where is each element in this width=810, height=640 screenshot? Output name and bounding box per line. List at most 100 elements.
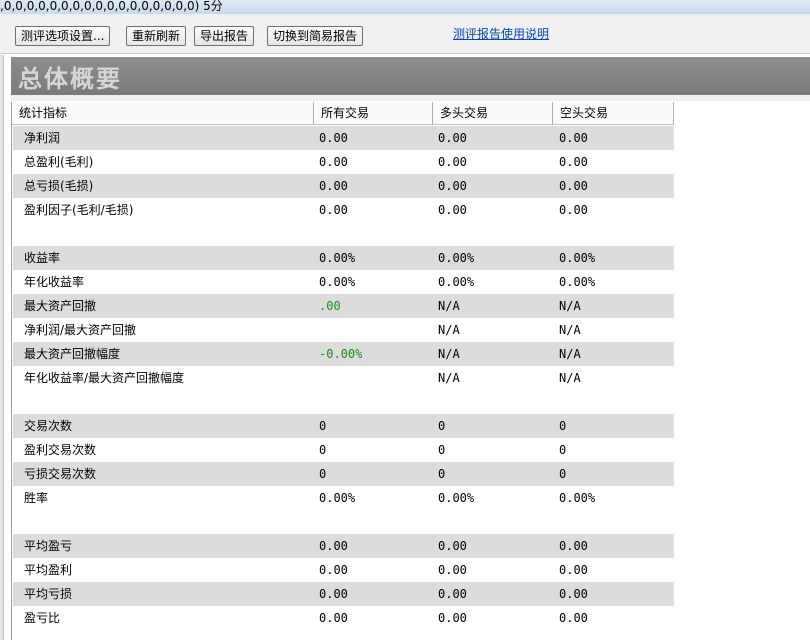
row-all-value: 0.00 <box>319 587 348 601</box>
title-bar: ,0,0,0,0,0,0,0,0,0,0,0,0,0,0,0,0,0) 5分 <box>0 0 810 14</box>
section-title: 总体概要 <box>18 65 122 93</box>
table-row <box>13 390 674 414</box>
row-short-value: 0.00 <box>559 563 588 577</box>
row-all-value: 0 <box>319 443 327 457</box>
table-row: 平均盈利 0.00 0.00 0.00 <box>13 558 674 582</box>
table-row: 年化收益率 0.00% 0.00% 0.00% <box>13 270 674 294</box>
table-row <box>13 222 674 246</box>
row-long-value: N/A <box>438 347 460 361</box>
row-short-value: N/A <box>559 371 581 385</box>
report-help-link[interactable]: 测评报告使用说明 <box>453 25 549 42</box>
row-long-value: 0 <box>438 443 446 457</box>
row-label: 盈利交易次数 <box>24 443 97 457</box>
row-long-value: N/A <box>438 323 460 337</box>
banner-separator <box>11 95 810 101</box>
table-row: 年化收益率/最大资产回撤幅度 N/A N/A <box>13 366 674 390</box>
row-long-value: 0.00 <box>438 611 467 625</box>
table-row: 总亏损(毛损) 0.00 0.00 0.00 <box>13 174 674 198</box>
row-label: 交易次数 <box>24 419 73 433</box>
row-long-value: 0 <box>438 467 446 481</box>
refresh-button[interactable]: 重新刷新 <box>126 26 187 46</box>
row-long-value: 0.00% <box>438 275 475 289</box>
header-short-trades[interactable]: 空头交易 <box>553 102 674 125</box>
row-long-value: 0.00% <box>438 491 475 505</box>
row-short-value: 0.00 <box>559 155 588 169</box>
table-row: 平均盈亏 0.00 0.00 0.00 <box>13 534 674 558</box>
row-long-value: 0.00 <box>438 203 467 217</box>
export-report-button[interactable]: 导出报告 <box>194 26 255 46</box>
row-short-value: 0 <box>559 443 567 457</box>
row-short-value: N/A <box>559 347 581 361</box>
settings-button[interactable]: 测评选项设置... <box>15 26 111 46</box>
row-all-value: 0.00% <box>319 491 356 505</box>
row-long-value: 0.00 <box>438 179 467 193</box>
row-short-value: N/A <box>559 323 581 337</box>
left-scroll-strip[interactable] <box>0 55 4 640</box>
row-label: 年化收益率/最大资产回撤幅度 <box>24 371 185 385</box>
header-long-trades[interactable]: 多头交易 <box>433 102 553 125</box>
table-row: 平均亏损 0.00 0.00 0.00 <box>13 582 674 606</box>
row-all-value: .00 <box>319 299 341 313</box>
table-row: 胜率 0.00% 0.00% 0.00% <box>13 486 674 510</box>
row-label: 平均盈利 <box>24 563 73 577</box>
row-label: 最大资产回撤 <box>24 299 97 313</box>
row-short-value: 0.00 <box>559 611 588 625</box>
row-label: 盈亏比 <box>24 611 61 625</box>
row-long-value: 0.00 <box>438 155 467 169</box>
section-banner: 总体概要 <box>11 57 810 95</box>
row-all-value: 0.00 <box>319 611 348 625</box>
row-label: 盈利因子(毛利/毛损) <box>24 203 134 217</box>
row-label: 总盈利(毛利) <box>24 155 94 169</box>
row-all-value: -0.00% <box>319 347 363 361</box>
row-label: 平均亏损 <box>24 587 73 601</box>
table-row: 盈利交易次数 0 0 0 <box>13 438 674 462</box>
row-label: 最大资产回撤幅度 <box>24 347 121 361</box>
row-short-value: 0 <box>559 419 567 433</box>
switch-simple-report-button[interactable]: 切换到简易报告 <box>267 26 364 46</box>
table-header: 统计指标 所有交易 多头交易 空头交易 <box>12 102 674 125</box>
table-row: 盈利因子(毛利/毛损) 0.00 0.00 0.00 <box>13 198 674 222</box>
row-label: 净利润 <box>24 131 61 145</box>
row-label: 净利润/最大资产回撤 <box>24 323 137 337</box>
table-row <box>13 510 674 534</box>
table-row: 收益率 0.00% 0.00% 0.00% <box>13 246 674 270</box>
toolbar: 测评选项设置... 重新刷新 导出报告 切换到简易报告 测评报告使用说明 <box>0 14 810 54</box>
row-long-value: 0.00 <box>438 563 467 577</box>
table-row: 最大资产回撤幅度 -0.00% N/A N/A <box>13 342 674 366</box>
row-all-value: 0 <box>319 419 327 433</box>
row-short-value: 0.00 <box>559 587 588 601</box>
stats-table: 统计指标 所有交易 多头交易 空头交易 净利润 0.00 0.00 0.00 总盈利(毛… <box>11 102 810 640</box>
row-long-value: 0.00 <box>438 539 467 553</box>
row-long-value: 0.00% <box>438 251 475 265</box>
row-short-value: 0.00% <box>559 275 596 289</box>
row-label: 收益率 <box>24 251 61 265</box>
row-all-value: 0.00 <box>319 539 348 553</box>
table-row: 亏损交易次数 0 0 0 <box>13 462 674 486</box>
header-all-trades[interactable]: 所有交易 <box>314 102 433 125</box>
row-long-value: N/A <box>438 299 460 313</box>
table-row: 盈亏比 0.00 0.00 0.00 <box>13 606 674 630</box>
header-metric[interactable]: 统计指标 <box>12 102 314 125</box>
row-short-value: N/A <box>559 299 581 313</box>
row-label: 亏损交易次数 <box>24 467 97 481</box>
row-label: 总亏损(毛损) <box>24 179 94 193</box>
row-long-value: 0 <box>438 419 446 433</box>
row-short-value: 0.00% <box>559 251 596 265</box>
row-all-value: 0.00 <box>319 203 348 217</box>
row-long-value: N/A <box>438 371 460 385</box>
table-row: 交易次数 0 0 0 <box>13 414 674 438</box>
row-all-value: 0.00% <box>319 251 356 265</box>
table-row: 最大资产回撤 .00 N/A N/A <box>13 294 674 318</box>
row-label: 胜率 <box>24 491 49 505</box>
row-short-value: 0.00 <box>559 203 588 217</box>
row-all-value: 0.00 <box>319 155 348 169</box>
row-long-value: 0.00 <box>438 131 467 145</box>
row-short-value: 0.00% <box>559 491 596 505</box>
title-bar-text: ,0,0,0,0,0,0,0,0,0,0,0,0,0,0,0,0,0) 5分 <box>0 0 223 13</box>
table-row: 净利润 0.00 0.00 0.00 <box>13 126 674 150</box>
row-short-value: 0.00 <box>559 539 588 553</box>
row-short-value: 0.00 <box>559 131 588 145</box>
row-all-value: 0 <box>319 467 327 481</box>
row-all-value: 0.00% <box>319 275 356 289</box>
row-all-value: 0.00 <box>319 131 348 145</box>
